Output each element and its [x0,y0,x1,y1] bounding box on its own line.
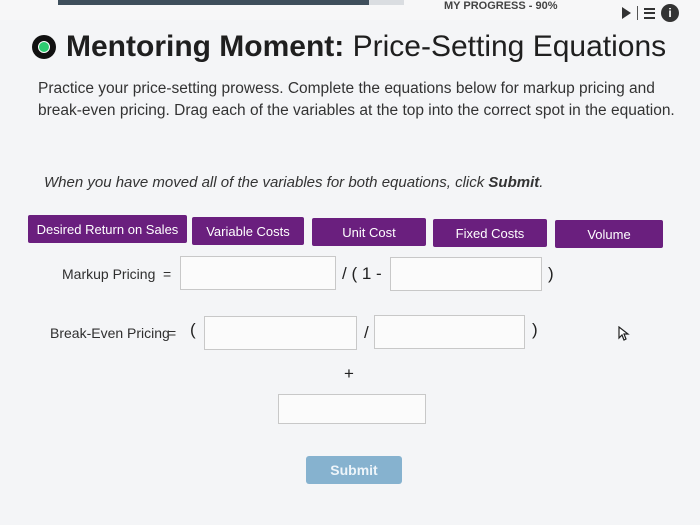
breakeven-close-paren: ) [532,320,538,339]
menu-icon[interactable] [644,7,655,19]
instruction-prefix: When you have moved all of the variables… [44,174,489,191]
play-icon[interactable] [622,7,631,19]
variable-chip-desired-return[interactable]: Desired Return on Sales [28,215,187,243]
title-rest: Price-Setting Equations [344,30,667,63]
variable-chip-volume[interactable]: Volume [555,220,663,248]
progress-bar [58,0,404,5]
markup-pricing-label: Markup Pricing [62,266,156,282]
toolbar-divider [637,6,638,20]
progress-label: MY PROGRESS - 90% [444,0,558,12]
progress-fill [58,0,370,5]
variable-chip-unit-cost[interactable]: Unit Cost [312,218,426,246]
instruction-text: When you have moved all of the variables… [44,174,543,191]
breakeven-drop-slot-1[interactable] [204,316,357,350]
intro-text: Practice your price-setting prowess. Com… [38,80,675,119]
breakeven-drop-slot-3[interactable] [278,394,426,424]
markup-close-paren: ) [548,264,554,283]
cursor-icon [618,326,630,341]
markup-divide-open: / ( 1 - [342,264,382,283]
breakeven-plus: + [344,364,354,383]
info-icon[interactable]: i [661,4,679,22]
markup-drop-slot-2[interactable] [390,257,542,291]
page-title: Mentoring Moment: Price-Setting Equation… [66,30,666,64]
instruction-suffix: . [539,174,544,191]
breakeven-open-paren: ( [190,320,196,339]
top-bar: MY PROGRESS - 90% i [0,0,700,22]
title-row: Mentoring Moment: Price-Setting Equation… [32,30,666,64]
submit-button[interactable]: Submit [306,456,402,484]
variable-chip-fixed-costs[interactable]: Fixed Costs [433,219,547,247]
instruction-submit-word: Submit [488,174,540,191]
mentoring-icon [32,35,56,59]
top-toolbar: i [622,4,679,22]
markup-equals: = [163,266,172,282]
title-bold: Mentoring Moment: [66,30,345,63]
breakeven-pricing-label: Break-Even Pricing [50,325,170,341]
breakeven-drop-slot-2[interactable] [374,315,525,349]
breakeven-equals: = [168,325,177,341]
markup-drop-slot-1[interactable] [180,256,336,290]
variable-chip-variable-costs[interactable]: Variable Costs [192,217,304,245]
breakeven-divide: / [364,323,369,342]
